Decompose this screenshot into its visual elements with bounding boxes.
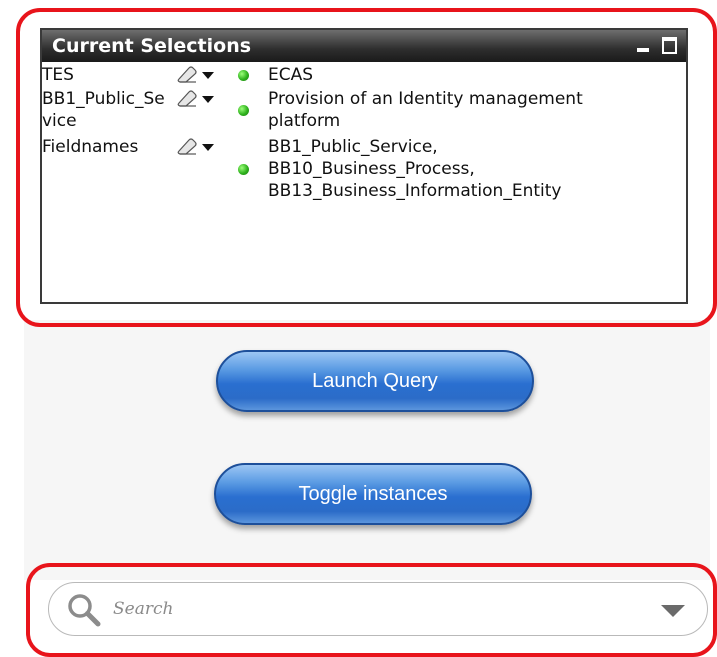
page: Current Selections TES ECAS BB1_Public_S…	[0, 0, 717, 657]
highlight-frame	[26, 563, 717, 657]
highlight-frame	[16, 8, 717, 327]
launch-query-button[interactable]: Launch Query	[216, 350, 534, 412]
toggle-instances-button[interactable]: Toggle instances	[214, 463, 532, 525]
